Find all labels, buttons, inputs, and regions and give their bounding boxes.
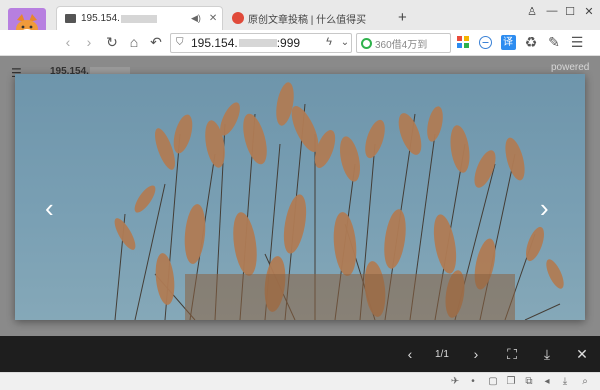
search-input[interactable]: 360借4万到 [356,33,451,53]
prev-image-icon[interactable]: ‹ [45,195,54,221]
menu-icon[interactable]: ☰ [568,33,586,51]
skin-icon[interactable]: ♙ [524,4,540,18]
apps-grid-icon[interactable] [454,33,472,51]
redacted-address [238,39,277,47]
minimize-icon[interactable]: — [544,4,560,18]
search-placeholder: 360借4万到 [375,39,428,51]
powered-label: powered [551,62,590,73]
smzdm-logo-icon [232,12,244,24]
close-lightbox-icon[interactable]: ✕ [573,346,591,362]
tab-close-icon[interactable]: ✕ [209,13,217,24]
download-icon[interactable]: ⤓ [538,346,556,362]
forward-icon[interactable]: › [80,33,98,51]
tab-active[interactable]: 195.154. ◀) ✕ [56,6,223,30]
search-engine-icon [361,38,372,49]
lightbox-counter: 1/1 [435,349,449,360]
minus-circle-icon[interactable] [476,33,494,51]
lightbox-prev-icon[interactable]: ‹ [401,346,419,362]
extension-icon[interactable]: ✎ [545,33,563,51]
redacted-text [120,14,157,23]
next-image-icon[interactable]: › [540,195,549,221]
lightbox-next-icon[interactable]: › [467,346,485,362]
home-icon[interactable]: ⌂ [125,33,143,51]
address-host: 195.154. [191,36,238,50]
new-tab-button[interactable]: + [398,9,407,26]
reeds-image [114,82,564,320]
shield-icon: ⛉ [176,37,184,48]
recycle-icon[interactable]: ♻ [522,33,540,51]
status-copy-icon[interactable]: ❐ [504,374,518,388]
reload-icon[interactable]: ↻ [103,33,121,51]
speaker-icon[interactable]: ◀) [191,13,201,24]
address-dropdown-icon[interactable]: ⌄ [336,33,354,51]
status-sound-icon[interactable]: ◂ [540,374,554,388]
fullscreen-icon[interactable]: ⛶ [503,346,521,362]
status-dot-icon[interactable]: • [466,374,480,388]
lightbox-photo: ‹ › [15,74,585,320]
maximize-icon[interactable]: ☐ [562,4,578,18]
tab-smzdm-label: 原创文章投稿 | 什么值得买 [248,14,367,26]
close-window-icon[interactable]: ✕ [581,4,597,18]
undo-icon[interactable]: ↶ [147,33,165,51]
back-icon[interactable]: ‹ [59,33,77,51]
status-download-icon[interactable]: ⤓ [558,374,572,388]
tab-smzdm[interactable]: 原创文章投稿 | 什么值得买 [224,6,389,30]
status-page-icon[interactable]: ▢ [486,374,500,388]
address-port: :999 [276,36,301,50]
status-tabs-icon[interactable]: ⧉ [522,374,536,388]
translate-icon[interactable]: 译 [499,33,517,51]
tab-active-label: 195.154. [81,13,120,24]
status-pin-icon[interactable]: ✈ [448,374,462,388]
folder-icon [65,14,76,23]
status-zoom-icon[interactable]: ⌕ [578,374,592,388]
